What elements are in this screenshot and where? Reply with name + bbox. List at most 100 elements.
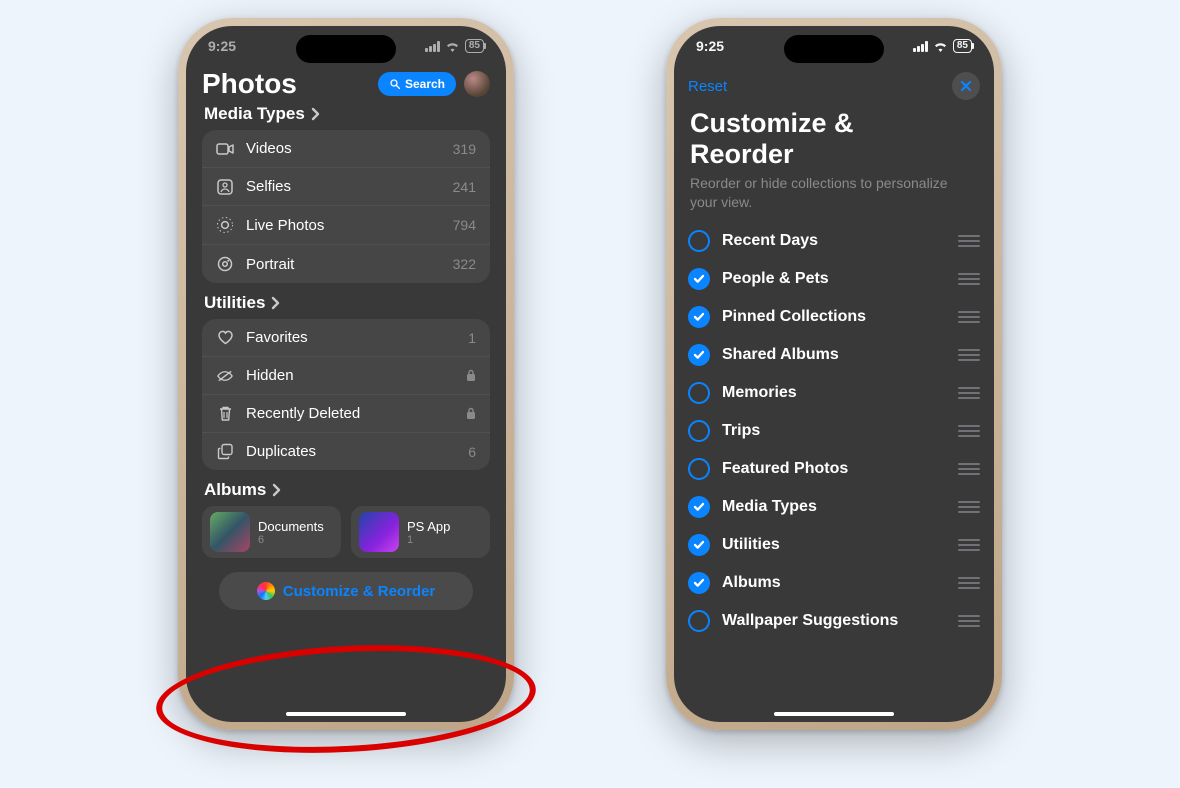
drag-handle-icon[interactable] — [958, 539, 980, 551]
option-label: Recent Days — [722, 232, 946, 250]
status-indicators: 85 — [425, 39, 484, 53]
sheet-title: Customize & Reorder — [674, 100, 994, 174]
option-row[interactable]: Recent Days — [686, 222, 982, 260]
option-checkbox[interactable] — [688, 268, 710, 290]
row-duplicates[interactable]: Duplicates 6 — [202, 433, 490, 470]
chevron-right-icon — [272, 483, 281, 497]
lock-icon — [466, 407, 476, 420]
option-label: Albums — [722, 574, 946, 592]
search-button[interactable]: Search — [378, 72, 456, 96]
home-indicator[interactable] — [286, 712, 406, 716]
option-checkbox[interactable] — [688, 496, 710, 518]
cell-signal-icon — [913, 41, 928, 52]
drag-handle-icon[interactable] — [958, 387, 980, 399]
drag-handle-icon[interactable] — [958, 577, 980, 589]
option-row[interactable]: Pinned Collections — [686, 298, 982, 336]
option-label: Wallpaper Suggestions — [722, 612, 946, 630]
sheet-subtitle: Reorder or hide collections to personali… — [674, 174, 994, 222]
option-checkbox[interactable] — [688, 230, 710, 252]
row-portrait[interactable]: Portrait 322 — [202, 245, 490, 283]
heart-icon — [216, 330, 234, 345]
hidden-icon — [216, 369, 234, 383]
home-indicator[interactable] — [774, 712, 894, 716]
row-videos[interactable]: Videos 319 — [202, 130, 490, 168]
color-wheel-icon — [257, 582, 275, 600]
video-icon — [216, 142, 234, 156]
wifi-icon — [445, 41, 460, 52]
row-live-photos[interactable]: Live Photos 794 — [202, 206, 490, 245]
option-checkbox[interactable] — [688, 420, 710, 442]
checkmark-icon — [693, 274, 705, 284]
section-title: Albums — [204, 480, 266, 500]
album-card-psapp[interactable]: PS App 1 — [351, 506, 490, 558]
option-row[interactable]: Memories — [686, 374, 982, 412]
option-checkbox[interactable] — [688, 572, 710, 594]
option-row[interactable]: Trips — [686, 412, 982, 450]
media-types-card: Videos 319 Selfies 241 Live Photos 794 P… — [202, 130, 490, 283]
option-row[interactable]: People & Pets — [686, 260, 982, 298]
checkmark-icon — [693, 312, 705, 322]
drag-handle-icon[interactable] — [958, 273, 980, 285]
checkmark-icon — [693, 502, 705, 512]
option-row[interactable]: Utilities — [686, 526, 982, 564]
screen-photos: 9:25 85 Photos Search — [186, 26, 506, 722]
row-recently-deleted[interactable]: Recently Deleted — [202, 395, 490, 433]
customize-reorder-button[interactable]: Customize & Reorder — [219, 572, 473, 610]
row-favorites[interactable]: Favorites 1 — [202, 319, 490, 357]
section-header-utilities[interactable]: Utilities — [204, 293, 490, 313]
option-row[interactable]: Wallpaper Suggestions — [686, 602, 982, 640]
option-checkbox[interactable] — [688, 382, 710, 404]
option-label: People & Pets — [722, 270, 946, 288]
status-bar: 9:25 85 — [186, 26, 506, 66]
option-checkbox[interactable] — [688, 458, 710, 480]
trash-icon — [216, 405, 234, 422]
chevron-right-icon — [311, 107, 320, 121]
checkmark-icon — [693, 578, 705, 588]
option-checkbox[interactable] — [688, 610, 710, 632]
checkmark-icon — [693, 350, 705, 360]
drag-handle-icon[interactable] — [958, 425, 980, 437]
option-checkbox[interactable] — [688, 344, 710, 366]
row-hidden[interactable]: Hidden — [202, 357, 490, 395]
drag-handle-icon[interactable] — [958, 615, 980, 627]
chevron-right-icon — [271, 296, 280, 310]
option-label: Utilities — [722, 536, 946, 554]
drag-handle-icon[interactable] — [958, 349, 980, 361]
option-row[interactable]: Media Types — [686, 488, 982, 526]
option-row[interactable]: Shared Albums — [686, 336, 982, 374]
option-label: Shared Albums — [722, 346, 946, 364]
search-icon — [389, 78, 401, 90]
drag-handle-icon[interactable] — [958, 235, 980, 247]
reset-button[interactable]: Reset — [688, 78, 727, 95]
screen-customize: 9:25 85 Reset Customize & Reorder Reorde… — [674, 26, 994, 722]
phone-left: 9:25 85 Photos Search — [178, 18, 514, 730]
cell-signal-icon — [425, 41, 440, 52]
selfie-icon — [216, 179, 234, 195]
close-button[interactable] — [952, 72, 980, 100]
options-list: Recent Days People & Pets Pinned Collectio… — [674, 222, 994, 640]
status-bar: 9:25 85 — [674, 26, 994, 66]
option-checkbox[interactable] — [688, 306, 710, 328]
battery-indicator: 85 — [465, 39, 484, 53]
option-row[interactable]: Featured Photos — [686, 450, 982, 488]
row-selfies[interactable]: Selfies 241 — [202, 168, 490, 206]
drag-handle-icon[interactable] — [958, 311, 980, 323]
album-card-documents[interactable]: Documents 6 — [202, 506, 341, 558]
battery-indicator: 85 — [953, 39, 972, 53]
dynamic-island — [784, 35, 884, 63]
option-row[interactable]: Albums — [686, 564, 982, 602]
checkmark-icon — [693, 540, 705, 550]
lock-icon — [466, 369, 476, 382]
option-checkbox[interactable] — [688, 534, 710, 556]
close-icon — [960, 80, 972, 92]
drag-handle-icon[interactable] — [958, 463, 980, 475]
option-label: Pinned Collections — [722, 308, 946, 326]
drag-handle-icon[interactable] — [958, 501, 980, 513]
section-header-albums[interactable]: Albums — [204, 480, 490, 500]
wifi-icon — [933, 41, 948, 52]
option-label: Featured Photos — [722, 460, 946, 478]
album-thumbnail — [210, 512, 250, 552]
avatar[interactable] — [464, 71, 490, 97]
utilities-card: Favorites 1 Hidden Recently Deleted Dupl… — [202, 319, 490, 470]
section-header-media-types[interactable]: Media Types — [204, 104, 490, 124]
